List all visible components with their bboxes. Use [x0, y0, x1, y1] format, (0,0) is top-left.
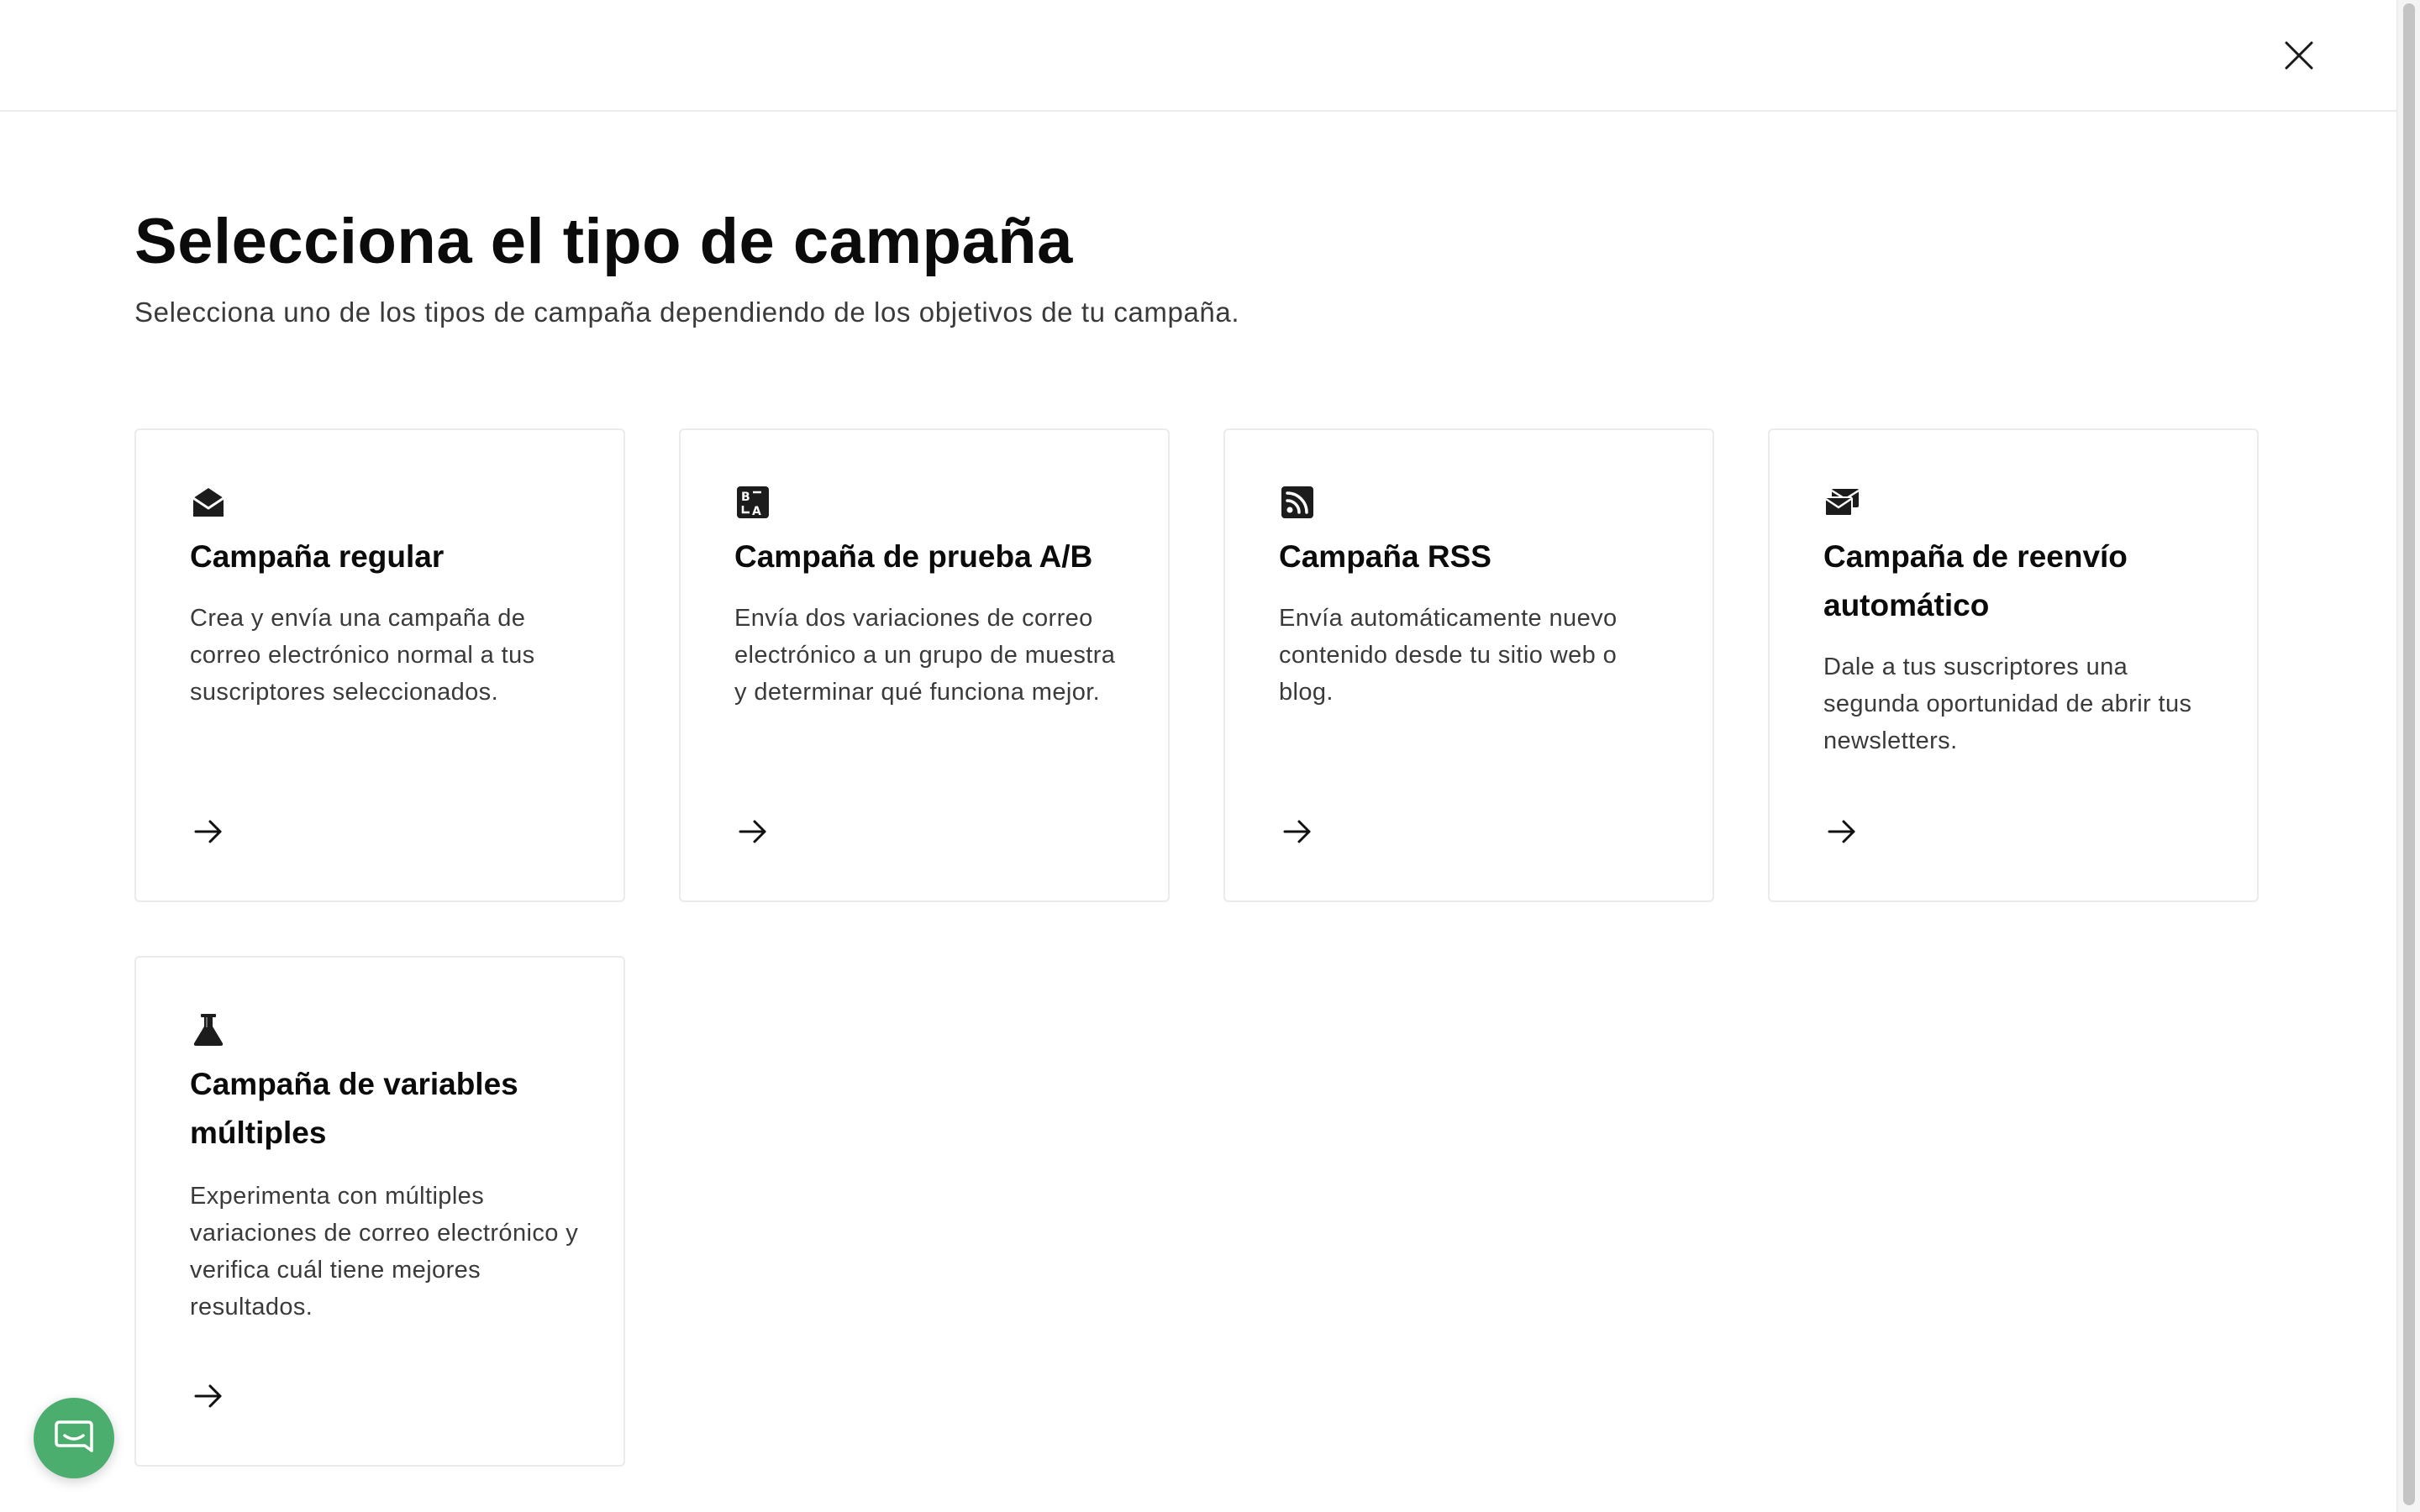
- flask-icon: [193, 1014, 224, 1046]
- close-button[interactable]: [2274, 30, 2324, 81]
- card-description: Experimenta con múltiples variaciones de…: [190, 1183, 579, 1320]
- campaign-card-rss[interactable]: Campaña RSS Envía automáticamente nuevo …: [1223, 428, 1714, 902]
- campaign-card-ab-test[interactable]: B A Campaña de prueba A/B Envía dos vari…: [679, 428, 1170, 902]
- scrollbar-thumb[interactable]: [2403, 3, 2415, 1505]
- page-scrollbar[interactable]: [2396, 0, 2420, 1512]
- arrow-right-icon[interactable]: [1281, 815, 1314, 848]
- top-bar: [0, 0, 2396, 112]
- svg-text:A: A: [752, 505, 761, 518]
- arrow-right-icon[interactable]: [1825, 815, 1859, 848]
- rss-icon: [1281, 486, 1313, 518]
- envelope-open-icon: [192, 488, 224, 517]
- arrow-right-icon[interactable]: [736, 815, 770, 848]
- translate-ab-icon: B A: [737, 486, 769, 518]
- card-title: Campaña de reenvío automático: [1823, 539, 2128, 622]
- arrow-right-icon[interactable]: [192, 815, 225, 848]
- card-description: Envía automáticamente nuevo contenido de…: [1279, 605, 1618, 706]
- page-subtitle: Selecciona uno de los tipos de campaña d…: [134, 297, 1240, 328]
- card-description: Envía dos variaciones de correo electrón…: [734, 605, 1116, 706]
- resend-envelopes-icon: [1824, 489, 1860, 517]
- card-title: Campaña de prueba A/B: [734, 539, 1093, 574]
- campaign-card-auto-resend[interactable]: Campaña de reenvío automático Dale a tus…: [1768, 428, 2259, 902]
- campaign-card-multivariate[interactable]: Campaña de variables múltiples Experimen…: [134, 956, 625, 1467]
- page: Selecciona el tipo de campaña Selecciona…: [0, 0, 2420, 1512]
- chat-launcher-button[interactable]: [34, 1398, 114, 1478]
- card-description: Crea y envía una campaña de correo elect…: [190, 605, 535, 706]
- campaign-card-regular[interactable]: Campaña regular Crea y envía una campaña…: [134, 428, 625, 902]
- chat-bubble-icon: [55, 1420, 93, 1452]
- card-title: Campaña regular: [190, 539, 445, 574]
- svg-text:B: B: [741, 491, 750, 504]
- page-title: Selecciona el tipo de campaña: [134, 206, 1073, 277]
- card-title: Campaña de variables múltiples: [190, 1067, 518, 1150]
- card-title: Campaña RSS: [1279, 539, 1491, 574]
- close-icon: [2285, 41, 2313, 70]
- card-description: Dale a tus suscriptores una segunda opor…: [1823, 654, 2192, 754]
- arrow-right-icon[interactable]: [192, 1379, 225, 1413]
